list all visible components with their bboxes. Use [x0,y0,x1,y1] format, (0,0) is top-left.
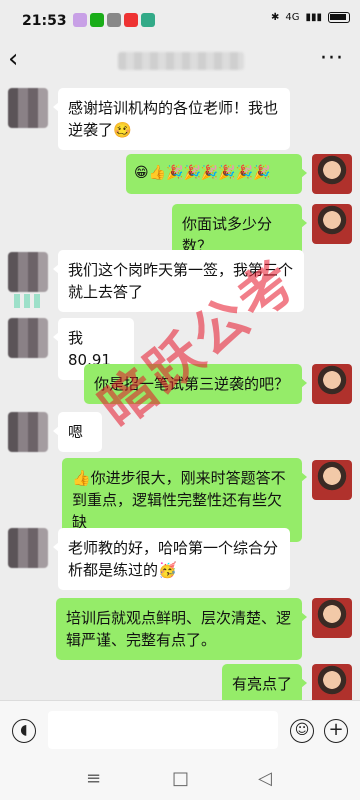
app-notification-icon [73,13,87,27]
menu-icon[interactable]: ≡ [86,768,101,789]
home-icon[interactable]: □ [172,768,189,789]
input-bar: ◖ ☺ + [0,700,360,761]
signal-icon: ▮▮▮ [305,12,322,23]
blurred-mark [14,294,40,308]
app-notification-icon [124,13,138,27]
status-bar: 21:53 ✱ 4G ▮▮▮ [0,0,360,40]
message-bubble[interactable]: 培训后就观点鲜明、层次清楚、逻辑严谨、完整有点了。 [56,598,307,660]
avatar[interactable] [8,318,48,358]
notification-icons [73,13,155,27]
bluetooth-icon: ✱ [270,12,280,23]
battery-icon [328,12,350,23]
avatar[interactable] [8,528,48,568]
message-bubble[interactable]: 我们这个岗昨天第一签，我第三个就上去答了 [53,250,304,312]
avatar[interactable] [312,154,352,194]
more-button[interactable]: ··· [320,46,344,71]
chat-header: ‹ ··· [0,40,360,80]
message-bubble[interactable]: 有亮点了 [222,664,307,700]
system-navigation: ≡ □ ◁ [0,760,360,800]
message-bubble[interactable]: 你是招一笔试第三逆袭的吧？ [84,364,307,404]
avatar[interactable] [312,664,352,700]
message-bubble[interactable]: 嗯 [53,412,102,452]
avatar[interactable] [8,412,48,452]
status-right: ✱ 4G ▮▮▮ [271,12,350,23]
avatar[interactable] [312,364,352,404]
network-label: 4G [285,12,300,23]
app-notification-icon [141,13,155,27]
message-bubble[interactable]: 感谢培训机构的各位老师！我也逆袭了🥴 [53,88,290,150]
wechat-icon [90,13,104,27]
plus-button[interactable]: + [324,719,348,743]
emoji-icon[interactable]: ☺ [290,719,314,743]
back-nav-icon[interactable]: ◁ [258,768,272,789]
avatar[interactable] [312,204,352,244]
app-notification-icon [107,13,121,27]
avatar[interactable] [8,252,48,292]
message-bubble[interactable]: 老师教的好，哈哈第一个综合分析都是练过的🥳 [53,528,290,590]
avatar[interactable] [8,88,48,128]
voice-icon[interactable]: ◖ [12,719,36,743]
message-input[interactable] [48,711,278,749]
avatar[interactable] [312,598,352,638]
chat-area[interactable]: 感谢培训机构的各位老师！我也逆袭了🥴 😁👍🎉🎉🎉🎉🎉🎉 你面试多少分数？ 我们这… [0,80,360,700]
avatar[interactable] [312,460,352,500]
back-button[interactable]: ‹ [8,44,18,74]
message-bubble[interactable]: 😁👍🎉🎉🎉🎉🎉🎉 [126,154,307,194]
chat-title-blurred [118,52,244,70]
status-time: 21:53 [22,13,67,29]
